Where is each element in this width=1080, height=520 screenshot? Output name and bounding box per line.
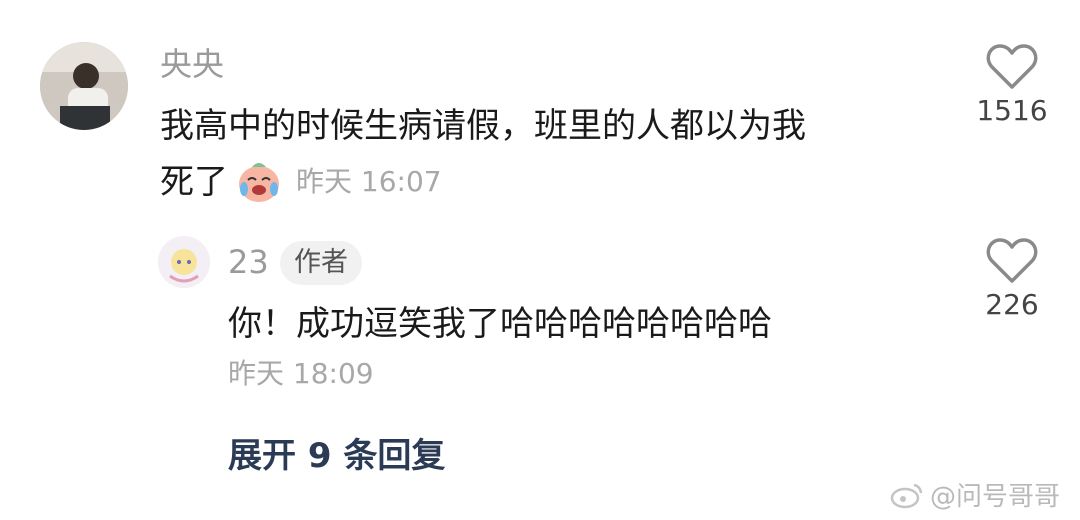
- reply-text: 你！成功逗笑我了哈哈哈哈哈哈哈哈: [228, 304, 772, 344]
- reply-username[interactable]: 23: [228, 242, 269, 282]
- comment-time: 昨天 16:07: [296, 165, 442, 198]
- comment-text-line2: 死了 昨天 16:07: [160, 154, 920, 210]
- heart-icon: [986, 238, 1038, 283]
- reply-time: 昨天 18:09: [228, 357, 374, 390]
- comment-text-line1: 我高中的时候生病请假，班里的人都以为我: [160, 106, 806, 146]
- reply-like-button[interactable]: 226: [972, 238, 1052, 321]
- heart-icon: [986, 44, 1038, 89]
- expand-replies-button[interactable]: 展开 9 条回复: [228, 428, 445, 477]
- weibo-icon: [890, 483, 923, 508]
- commenter-username[interactable]: 央央: [160, 44, 224, 84]
- commenter-avatar[interactable]: [40, 42, 128, 130]
- reply-avatar[interactable]: [158, 236, 210, 288]
- comment-text: 我高中的时候生病请假，班里的人都以为我 死了 昨天 16:07: [160, 98, 920, 210]
- comment-text-line2-text: 死了: [160, 162, 228, 202]
- comment-like-button[interactable]: 1516: [972, 44, 1052, 127]
- crying-laughing-emoji-icon: [236, 159, 282, 205]
- comment-like-count: 1516: [976, 94, 1048, 127]
- watermark: @问号哥哥: [890, 476, 1060, 513]
- reply-like-count: 226: [985, 288, 1039, 321]
- watermark-text: @问号哥哥: [930, 482, 1061, 512]
- author-badge: 作者: [280, 241, 362, 285]
